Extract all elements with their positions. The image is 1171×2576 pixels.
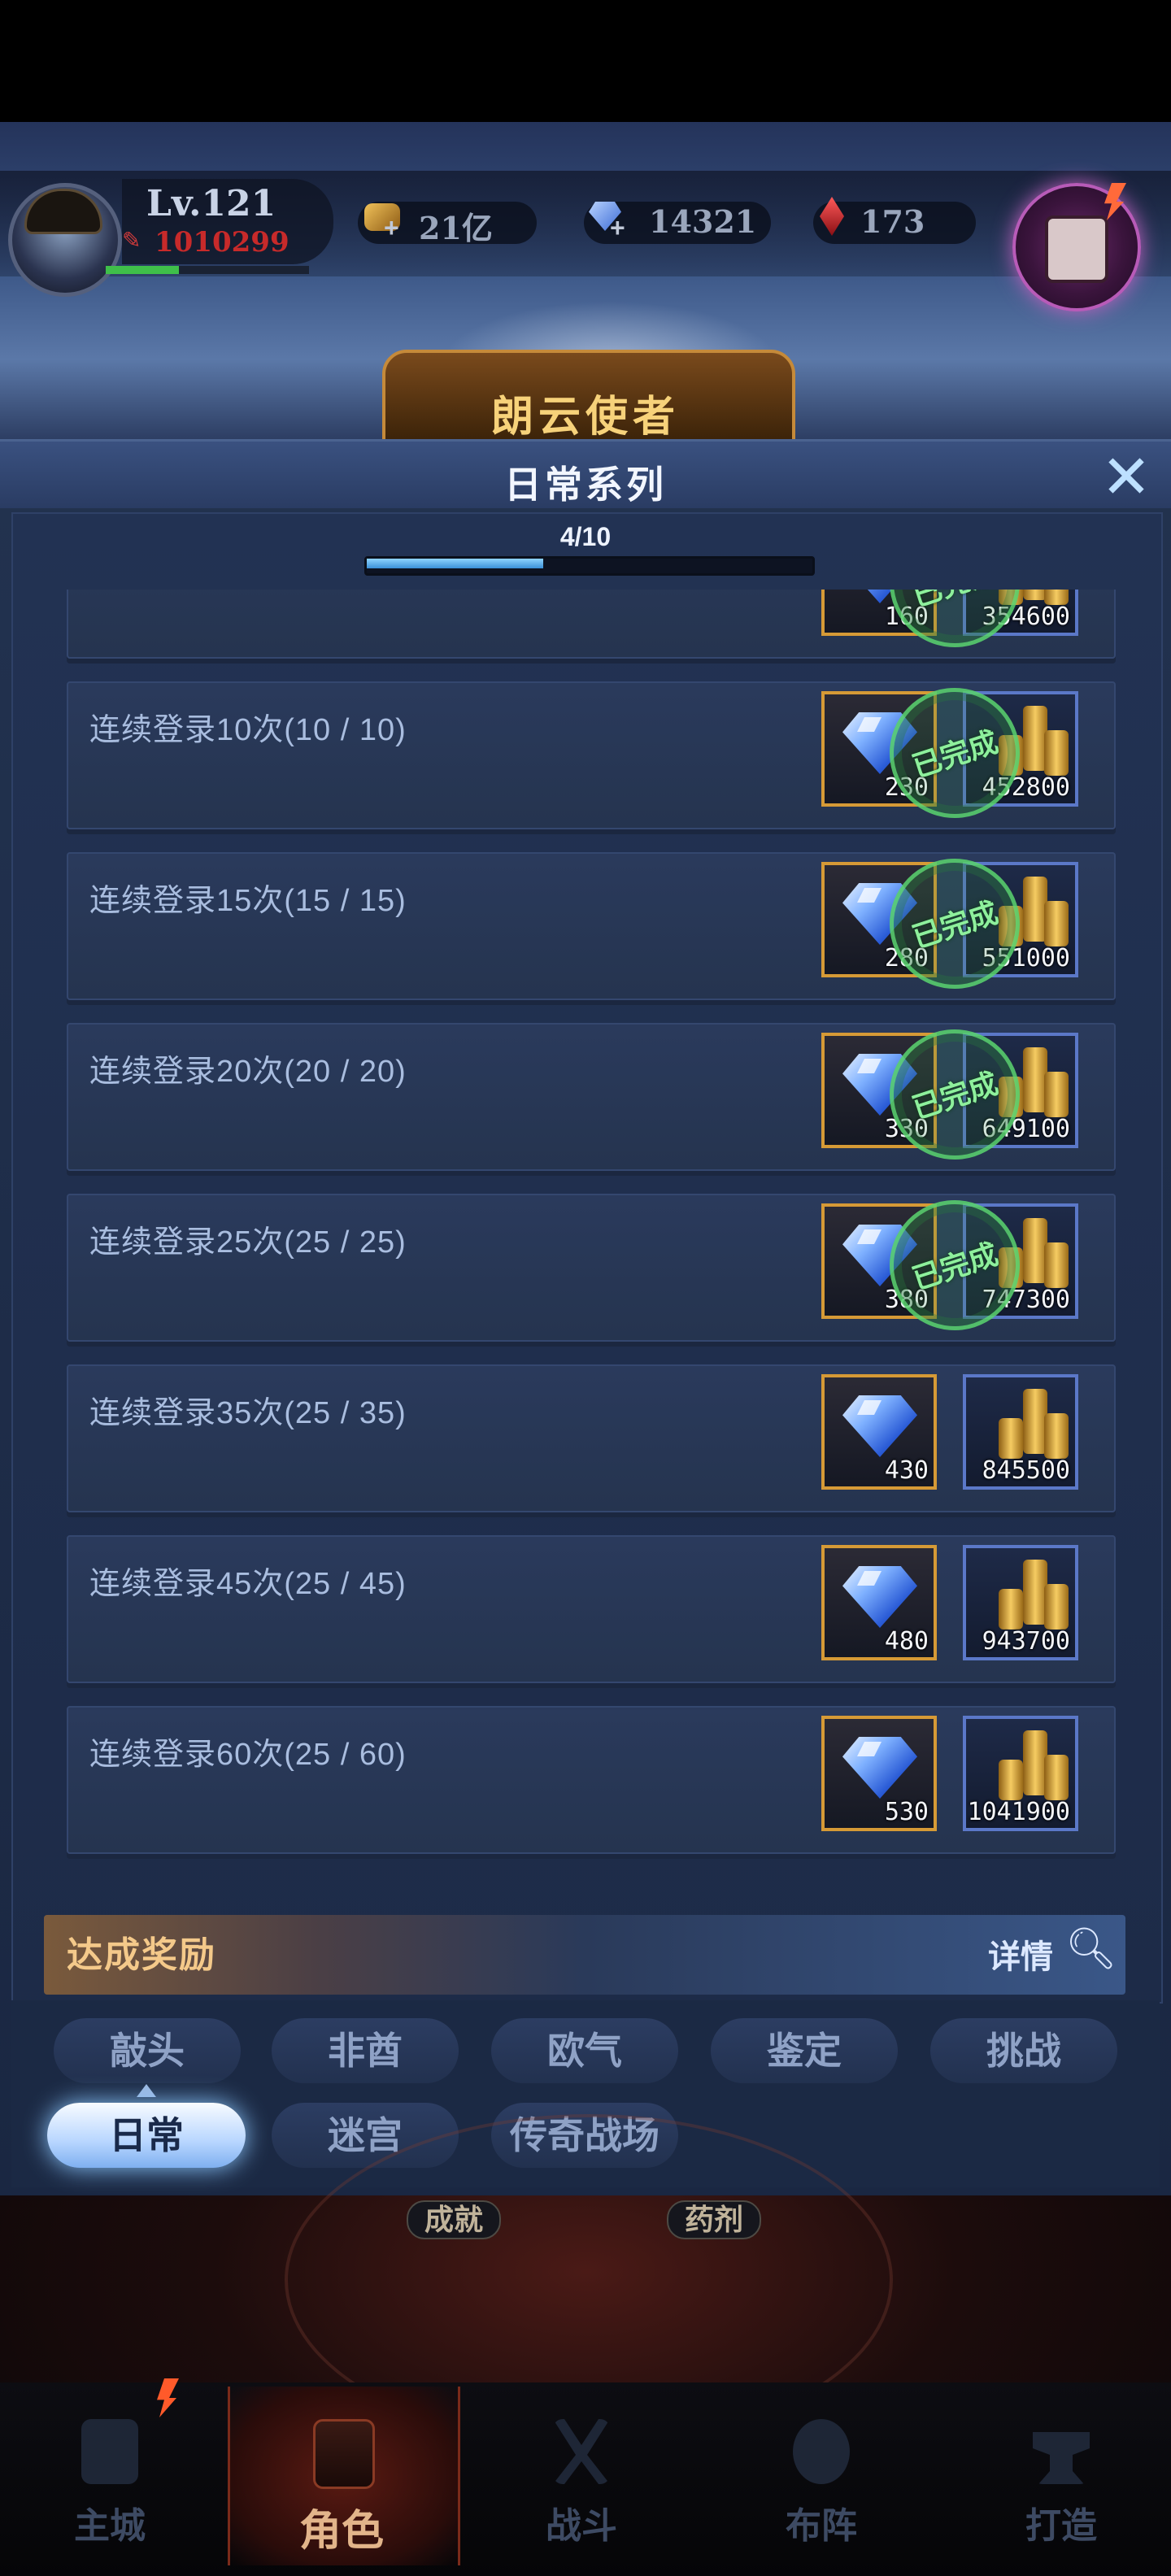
top-black-bar [0,0,1171,122]
diamond-reward[interactable]: 530 [821,1716,937,1831]
details-button[interactable]: 详情 [988,1930,1053,1978]
coin-reward[interactable]: 845500 [963,1374,1078,1490]
task-row: 连续登录20次(20 / 20) 330 649100 已完成 [67,1012,1116,1177]
close-icon: ✕ [1100,443,1151,511]
diamond-icon [842,1566,917,1628]
task-row: 连续登录10次(10 / 10) 230 452800 已完成 [67,671,1116,835]
coin-stack-icon [999,1418,1023,1459]
nav-forge[interactable]: 打造 [996,2419,1126,2557]
achievement-reward-label: 达成奖励 [67,1935,216,1975]
coin-reward-amount: 1041900 [967,1798,1070,1826]
task-title: 连续登录10次(10 / 10) [89,713,407,747]
nav-label: 角色 [298,2508,384,2555]
tab-feiqiu[interactable]: 非酋 [272,2018,459,2083]
coin-stack-icon [1044,1072,1069,1117]
diamond-icon [842,1395,917,1457]
completed-stamp-text: 已完成 [908,724,1003,784]
player-level: Lv.121 [146,183,276,224]
tab-ouqi[interactable]: 欧气 [491,2018,678,2083]
tab-qiaotou[interactable]: 敲头 [54,2018,241,2083]
task-row: 连续登录35次(25 / 35) 430 845500 [67,1364,1116,1512]
nav-label: 打造 [1025,2506,1097,2546]
progress-label: 4/10 [559,522,612,551]
coin-stack-icon [999,1589,1023,1630]
nav-character[interactable]: 角色 [276,2419,407,2557]
coin-stack-icon [1044,901,1069,946]
task-title: 连续登录20次(20 / 20) [89,1055,407,1089]
coin-stack-icon [1044,730,1069,776]
ruby-value: 173 [860,203,925,240]
search-icon[interactable]: 🔍︎ [1065,1925,1117,1971]
coin-stack-icon [999,1760,1023,1800]
potion-tag[interactable]: 药剂 [667,2200,762,2239]
coin-stack-icon [1044,1584,1069,1630]
task-row: 连续登录5次(5 / 5) 160 354600 已完成 [67,590,1116,664]
city-icon [81,2419,138,2484]
diamond-reward[interactable]: 480 [821,1545,937,1660]
anvil-icon [1033,2432,1090,2484]
task-row: 连续登录15次(15 / 15) 280 551000 已完成 [67,842,1116,1006]
scroll-icon [1045,215,1108,283]
completed-stamp-text: 已完成 [908,895,1003,955]
sword-power-icon: ✎ [122,228,141,253]
background-banner-text: 朗云使者 [490,394,680,441]
tab-tiaozhan[interactable]: 挑战 [930,2018,1117,2083]
tab-richang[interactable]: 日常 [47,2103,246,2168]
progress-fill [367,559,543,568]
coin-reward-amount: 845500 [982,1456,1070,1485]
task-title: 连续登录45次(25 / 45) [89,1567,407,1601]
coin-reward[interactable]: 943700 [963,1545,1078,1660]
coin-stack-icon [1044,1755,1069,1800]
nav-label: 主城 [74,2506,146,2546]
panel-title: 日常系列 [504,463,667,506]
coin-stack-icon [1044,1413,1069,1459]
diamond-reward-amount: 430 [884,1456,929,1485]
nav-label: 布阵 [786,2506,857,2546]
nav-battle[interactable]: 战斗 [516,2419,646,2557]
diamond-reward-amount: 480 [884,1627,929,1656]
diamond-value: 14321 [649,203,757,240]
coin-reward[interactable]: 1041900 [963,1716,1078,1831]
task-title: 连续登录35次(25 / 35) [89,1396,407,1430]
completed-stamp-text: 已完成 [908,1237,1003,1296]
diamond-icon [842,1737,917,1799]
crossed-swords-icon [553,2419,610,2484]
coin-reward-amount: 943700 [982,1627,1070,1656]
task-title: 连续登录60次(25 / 60) [89,1738,407,1772]
task-title: 连续登录15次(15 / 15) [89,884,407,918]
nav-main-city[interactable]: 主城 [45,2419,175,2557]
diamond-plus-icon: + [610,213,625,242]
nav-formation[interactable]: 布阵 [756,2419,886,2557]
completed-stamp-text: 已完成 [890,590,1019,620]
coin-stack-icon [1044,1242,1069,1288]
gold-plus-icon: + [384,213,399,242]
player-power: 1010299 [155,226,289,259]
task-row: 连续登录45次(25 / 45) 480 943700 [67,1535,1116,1683]
task-list[interactable]: 连续登录5次(5 / 5) 160 354600 已完成 连续登录10次(10 … [11,590,1160,1895]
completed-stamp-text: 已完成 [908,1066,1003,1125]
diamond-reward[interactable]: 430 [821,1374,937,1490]
task-row: 连续登录60次(25 / 60) 530 1041900 [67,1706,1116,1854]
task-row: 连续登录25次(25 / 25) 380 747300 已完成 [67,1183,1116,1347]
achievement-tag[interactable]: 成就 [407,2200,502,2239]
formation-icon [793,2419,850,2484]
task-title: 连续登录25次(25 / 25) [89,1225,407,1260]
tab-jianding[interactable]: 鉴定 [711,2018,898,2083]
close-button[interactable]: ✕ [1098,447,1155,508]
nav-label: 战斗 [546,2506,617,2546]
diamond-reward-amount: 530 [884,1798,929,1826]
gold-value: 21亿 [419,210,493,246]
helmet-icon [313,2419,375,2489]
xp-bar-fill [106,266,179,274]
